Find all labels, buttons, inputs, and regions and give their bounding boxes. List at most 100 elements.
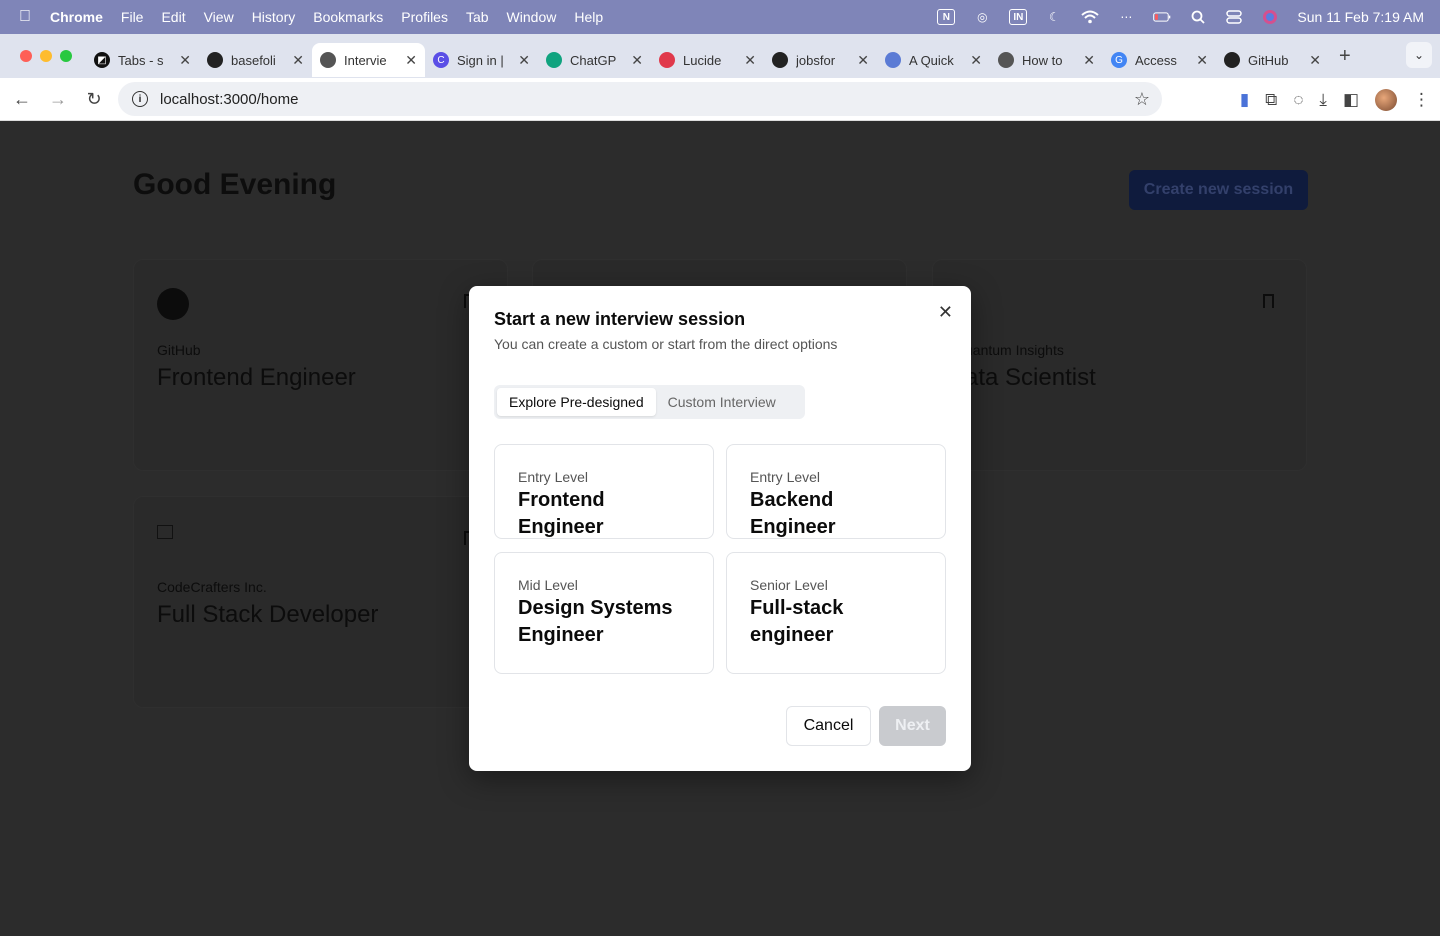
- globe-icon: [320, 52, 336, 68]
- new-session-dialog: Start a new interview session You can cr…: [469, 286, 971, 771]
- forward-button[interactable]: →: [40, 89, 76, 110]
- download-icon[interactable]: ⤓: [1319, 90, 1327, 110]
- option-level: Mid Level: [518, 577, 578, 593]
- input-source-indicator[interactable]: IN: [1009, 9, 1028, 25]
- extension-clipboard-icon[interactable]: ▮: [1240, 90, 1249, 110]
- github-icon: [207, 52, 223, 68]
- tab-search-button[interactable]: ⌄: [1406, 42, 1432, 68]
- option-level: Entry Level: [518, 469, 589, 485]
- browser-tab[interactable]: G Access ✕: [1103, 43, 1216, 77]
- option-level: Senior Level: [750, 577, 828, 593]
- option-level: Entry Level: [750, 469, 821, 485]
- chrome-menu-icon[interactable]: ⋮: [1413, 90, 1430, 110]
- weather-icon[interactable]: ⋯: [1117, 9, 1135, 25]
- profile-avatar[interactable]: [1375, 88, 1397, 111]
- interview-card[interactable]: uantum Insights ata Scientist: [932, 259, 1307, 471]
- browser-tab[interactable]: How to ✕: [990, 43, 1103, 77]
- option-card[interactable]: Mid Level Design Systems Engineer: [494, 552, 714, 674]
- interview-card[interactable]: CodeCrafters Inc. Full Stack Developer: [133, 496, 508, 708]
- bookmark-icon[interactable]: [1263, 294, 1274, 308]
- browser-tab-title: Lucide: [683, 52, 722, 68]
- browser-tab[interactable]: jobsfor ✕: [764, 43, 877, 77]
- card-role: Frontend Engineer: [157, 364, 356, 391]
- close-tab-icon[interactable]: ✕: [179, 52, 191, 69]
- minimize-window-button[interactable]: [40, 50, 52, 62]
- browser-tab-title: Intervie: [344, 52, 387, 68]
- menu-window[interactable]: Window: [507, 9, 557, 25]
- close-window-button[interactable]: [20, 50, 32, 62]
- card-role: ata Scientist: [965, 364, 1096, 391]
- reload-button[interactable]: ↻: [76, 89, 112, 110]
- browser-tab[interactable]: GitHub ✕: [1216, 43, 1329, 77]
- menu-file[interactable]: File: [121, 9, 144, 25]
- menu-profiles[interactable]: Profiles: [401, 9, 448, 25]
- menu-edit[interactable]: Edit: [161, 9, 185, 25]
- tab-custom-interview[interactable]: Custom Interview: [656, 388, 788, 416]
- tab-list: ◩ Tabs - s ✕ basefoli ✕ Intervie ✕ C Sign in | ✕ C…: [86, 35, 1329, 77]
- menu-history[interactable]: History: [252, 9, 296, 25]
- clerk-icon: C: [433, 52, 449, 68]
- apple-icon[interactable]: : [0, 8, 50, 26]
- wifi-icon[interactable]: [1081, 9, 1100, 25]
- menu-app-name[interactable]: Chrome: [50, 9, 103, 25]
- browser-tab-title: A Quick: [909, 52, 954, 68]
- new-tab-button[interactable]: +: [1339, 45, 1351, 68]
- option-card[interactable]: Entry Level Backend Engineer: [726, 444, 946, 539]
- close-tab-icon[interactable]: ✕: [518, 52, 530, 69]
- search-icon[interactable]: [1189, 9, 1207, 25]
- close-tab-icon[interactable]: ✕: [744, 52, 756, 69]
- control-center-icon[interactable]: [1225, 9, 1243, 25]
- browser-tab[interactable]: basefoli ✕: [199, 43, 312, 77]
- close-tab-icon[interactable]: ✕: [631, 52, 643, 69]
- window-controls: [20, 50, 72, 62]
- battery-icon[interactable]: [1153, 9, 1171, 25]
- menu-tab[interactable]: Tab: [466, 9, 489, 25]
- close-tab-icon[interactable]: ✕: [405, 52, 417, 69]
- zoom-window-button[interactable]: [60, 50, 72, 62]
- close-icon[interactable]: ✕: [938, 302, 953, 323]
- tab-explore-predesigned[interactable]: Explore Pre-designed: [497, 388, 656, 416]
- menubar-clock[interactable]: Sun 11 Feb 7:19 AM: [1297, 9, 1424, 25]
- card-company: uantum Insights: [965, 342, 1064, 358]
- close-tab-icon[interactable]: ✕: [857, 52, 869, 69]
- next-button[interactable]: Next: [879, 706, 946, 746]
- menu-bookmarks[interactable]: Bookmarks: [313, 9, 383, 25]
- menu-view[interactable]: View: [204, 9, 234, 25]
- close-tab-icon[interactable]: ✕: [1196, 52, 1208, 69]
- dialog-title: Start a new interview session: [494, 309, 746, 329]
- dialog-subtitle: You can create a custom or start from th…: [494, 336, 838, 352]
- google-icon: G: [1111, 52, 1127, 68]
- interview-card[interactable]: GitHub Frontend Engineer: [133, 259, 508, 471]
- menu-help[interactable]: Help: [574, 9, 603, 25]
- card-company: CodeCrafters Inc.: [157, 579, 267, 595]
- create-session-button[interactable]: Create new session: [1129, 170, 1308, 210]
- address-bar-url[interactable]: localhost:3000/home: [160, 91, 298, 108]
- browser-tab[interactable]: A Quick ✕: [877, 43, 990, 77]
- browser-tab[interactable]: ◩ Tabs - s ✕: [86, 43, 199, 77]
- browser-tab[interactable]: C Sign in | ✕: [425, 43, 538, 77]
- address-bar[interactable]: i localhost:3000/home ☆: [118, 82, 1162, 116]
- close-tab-icon[interactable]: ✕: [1309, 52, 1321, 69]
- moon-icon[interactable]: ☾: [1045, 9, 1063, 25]
- extension-swirl-icon[interactable]: ◌: [1293, 90, 1303, 110]
- site-info-icon[interactable]: i: [132, 91, 148, 107]
- close-tab-icon[interactable]: ✕: [292, 52, 304, 69]
- browser-tab[interactable]: Lucide ✕: [651, 43, 764, 77]
- browser-tab[interactable]: Intervie ✕: [312, 43, 425, 77]
- browser-tab[interactable]: ChatGP ✕: [538, 43, 651, 77]
- fingerprint-icon[interactable]: ◎: [973, 9, 991, 25]
- close-tab-icon[interactable]: ✕: [1083, 52, 1095, 69]
- extensions-puzzle-icon[interactable]: ⧉: [1265, 90, 1277, 110]
- bookmark-star-icon[interactable]: ☆: [1134, 89, 1150, 110]
- browser-tab-title: basefoli: [231, 52, 276, 68]
- card-company: GitHub: [157, 342, 201, 358]
- side-panel-icon[interactable]: ◧: [1343, 90, 1359, 110]
- option-card[interactable]: Entry Level Frontend Engineer: [494, 444, 714, 539]
- cancel-button[interactable]: Cancel: [786, 706, 871, 746]
- back-button[interactable]: ←: [4, 89, 40, 110]
- macos-menubar:  Chrome File Edit View History Bookmark…: [0, 0, 1440, 34]
- close-tab-icon[interactable]: ✕: [970, 52, 982, 69]
- option-card[interactable]: Senior Level Full-stack engineer: [726, 552, 946, 674]
- siri-icon[interactable]: [1261, 9, 1279, 25]
- notion-status-icon[interactable]: N: [937, 9, 956, 25]
